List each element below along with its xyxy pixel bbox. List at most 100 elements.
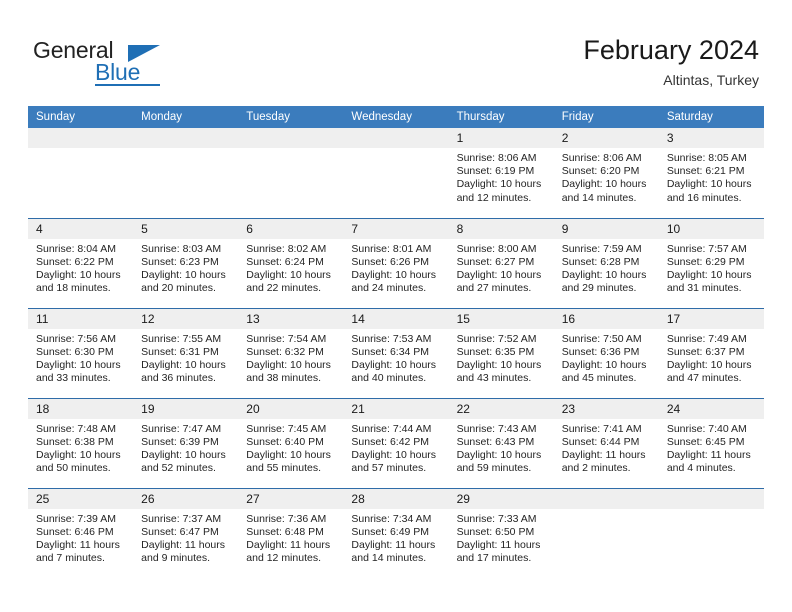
weekday-header-wednesday: Wednesday bbox=[343, 106, 449, 128]
daylight-text: Daylight: 11 hours and 17 minutes. bbox=[456, 538, 541, 565]
sunset-text: Sunset: 6:37 PM bbox=[666, 345, 745, 358]
day-number: 24 bbox=[658, 398, 764, 419]
day-details: Sunrise: 7:52 AM Sunset: 6:35 PM Daylight:… bbox=[449, 329, 554, 386]
day-number bbox=[238, 128, 344, 148]
daylight-text: Daylight: 10 hours and 18 minutes. bbox=[36, 268, 121, 295]
calendar-day-cell[interactable]: 18 Sunrise: 7:48 AM Sunset: 6:38 PM Dayligh… bbox=[28, 397, 134, 488]
calendar-day-cell[interactable]: 17 Sunrise: 7:49 AM Sunset: 6:37 PM Dayligh… bbox=[658, 307, 764, 398]
calendar-day-cell[interactable]: 10 Sunrise: 7:57 AM Sunset: 6:29 PM Dayligh… bbox=[658, 217, 764, 308]
calendar-page: General Blue February 2024 Altintas, Tur… bbox=[0, 0, 792, 612]
sunset-text: Sunset: 6:48 PM bbox=[246, 525, 324, 538]
calendar-day-cell[interactable]: 12 Sunrise: 7:55 AM Sunset: 6:31 PM Dayligh… bbox=[133, 307, 239, 398]
calendar-day-cell[interactable]: 16 Sunrise: 7:50 AM Sunset: 6:36 PM Dayligh… bbox=[553, 307, 659, 398]
day-number: 6 bbox=[238, 218, 344, 239]
calendar-day-cell[interactable]: 1 Sunrise: 8:06 AM Sunset: 6:19 PM Daylight… bbox=[448, 128, 554, 218]
daylight-text: Daylight: 10 hours and 40 minutes. bbox=[351, 358, 437, 385]
logo-text-blue: Blue bbox=[95, 59, 141, 85]
day-details: Sunrise: 7:53 AM Sunset: 6:34 PM Daylight:… bbox=[343, 329, 448, 386]
day-number bbox=[658, 488, 764, 509]
calendar-day-cell[interactable]: 11 Sunrise: 7:56 AM Sunset: 6:30 PM Dayligh… bbox=[28, 307, 134, 398]
daylight-text: Daylight: 11 hours and 9 minutes. bbox=[141, 538, 225, 565]
calendar-day-cell[interactable]: 2 Sunrise: 8:06 AM Sunset: 6:20 PM Daylight… bbox=[553, 128, 659, 218]
day-number: 17 bbox=[658, 308, 764, 329]
day-number: 23 bbox=[553, 398, 659, 419]
page-header: General Blue February 2024 Altintas, Tur… bbox=[33, 33, 759, 95]
sunset-text: Sunset: 6:26 PM bbox=[351, 255, 430, 268]
weekday-header-monday: Monday bbox=[133, 106, 239, 128]
sunrise-text: Sunrise: 8:01 AM bbox=[351, 242, 432, 255]
sunset-text: Sunset: 6:50 PM bbox=[456, 525, 535, 538]
day-number: 18 bbox=[28, 398, 134, 419]
page-title: February 2024 bbox=[583, 35, 759, 65]
daylight-text: Daylight: 10 hours and 29 minutes. bbox=[561, 268, 647, 295]
calendar-day-cell[interactable]: 25 Sunrise: 7:39 AM Sunset: 6:46 PM Dayligh… bbox=[28, 487, 134, 578]
sunrise-text: Sunrise: 7:47 AM bbox=[141, 422, 222, 435]
day-details: Sunrise: 7:44 AM Sunset: 6:42 PM Daylight:… bbox=[343, 419, 448, 476]
day-number: 4 bbox=[28, 218, 134, 239]
sunset-text: Sunset: 6:49 PM bbox=[351, 525, 430, 538]
sunrise-text: Sunrise: 7:39 AM bbox=[36, 512, 116, 525]
day-number: 8 bbox=[448, 218, 554, 239]
calendar-day-cell[interactable]: 23 Sunrise: 7:41 AM Sunset: 6:44 PM Dayligh… bbox=[553, 397, 659, 488]
day-details: Sunrise: 8:00 AM Sunset: 6:27 PM Daylight:… bbox=[449, 239, 554, 296]
sunrise-text: Sunrise: 7:54 AM bbox=[246, 332, 327, 345]
calendar-day-cell[interactable]: 14 Sunrise: 7:53 AM Sunset: 6:34 PM Dayligh… bbox=[343, 307, 449, 398]
sunset-text: Sunset: 6:38 PM bbox=[36, 435, 114, 448]
calendar-day-cell[interactable]: 6 Sunrise: 8:02 AM Sunset: 6:24 PM Daylight… bbox=[238, 217, 344, 308]
page-subtitle: Altintas, Turkey bbox=[663, 72, 759, 88]
calendar-day-cell[interactable]: 7 Sunrise: 8:01 AM Sunset: 6:26 PM Daylight… bbox=[343, 217, 449, 308]
sunset-text: Sunset: 6:36 PM bbox=[561, 345, 640, 358]
calendar-day-cell[interactable]: 28 Sunrise: 7:34 AM Sunset: 6:49 PM Dayligh… bbox=[343, 487, 449, 578]
sunset-text: Sunset: 6:45 PM bbox=[666, 435, 745, 448]
calendar-day-cell[interactable]: 29 Sunrise: 7:33 AM Sunset: 6:50 PM Dayligh… bbox=[448, 487, 554, 578]
sunrise-text: Sunrise: 7:34 AM bbox=[351, 512, 432, 525]
calendar-empty-cell bbox=[343, 128, 449, 218]
calendar-day-cell[interactable]: 15 Sunrise: 7:52 AM Sunset: 6:35 PM Dayligh… bbox=[448, 307, 554, 398]
weekday-header-thursday: Thursday bbox=[448, 106, 554, 128]
weekday-header-saturday: Saturday bbox=[658, 106, 764, 128]
sunrise-text: Sunrise: 7:45 AM bbox=[246, 422, 327, 435]
day-details: Sunrise: 7:54 AM Sunset: 6:32 PM Daylight:… bbox=[238, 329, 343, 386]
daylight-text: Daylight: 10 hours and 12 minutes. bbox=[456, 178, 542, 204]
sunrise-text: Sunrise: 7:33 AM bbox=[456, 512, 537, 525]
day-number: 28 bbox=[343, 488, 449, 509]
day-details: Sunrise: 7:34 AM Sunset: 6:49 PM Daylight:… bbox=[343, 509, 448, 566]
calendar-empty-cell bbox=[28, 128, 134, 218]
day-details: Sunrise: 8:06 AM Sunset: 6:20 PM Daylight:… bbox=[554, 148, 659, 205]
sunrise-text: Sunrise: 8:06 AM bbox=[561, 152, 642, 164]
daylight-text: Daylight: 10 hours and 24 minutes. bbox=[351, 268, 437, 295]
calendar-empty-cell bbox=[553, 487, 659, 578]
calendar-day-cell[interactable]: 13 Sunrise: 7:54 AM Sunset: 6:32 PM Dayligh… bbox=[238, 307, 344, 398]
day-number: 20 bbox=[238, 398, 344, 419]
calendar-day-cell[interactable]: 9 Sunrise: 7:59 AM Sunset: 6:28 PM Daylight… bbox=[553, 217, 659, 308]
day-number: 2 bbox=[553, 128, 659, 148]
weekday-header-friday: Friday bbox=[553, 106, 659, 128]
sunrise-text: Sunrise: 7:37 AM bbox=[141, 512, 222, 525]
day-number: 22 bbox=[448, 398, 554, 419]
calendar-day-cell[interactable]: 20 Sunrise: 7:45 AM Sunset: 6:40 PM Dayligh… bbox=[238, 397, 344, 488]
sunrise-text: Sunrise: 7:56 AM bbox=[36, 332, 116, 345]
weekday-header-tuesday: Tuesday bbox=[238, 106, 344, 128]
daylight-text: Daylight: 10 hours and 43 minutes. bbox=[456, 358, 542, 385]
day-number bbox=[28, 128, 134, 148]
calendar-day-cell[interactable]: 5 Sunrise: 8:03 AM Sunset: 6:23 PM Daylight… bbox=[133, 217, 239, 308]
day-number bbox=[343, 128, 449, 148]
calendar-day-cell[interactable]: 8 Sunrise: 8:00 AM Sunset: 6:27 PM Daylight… bbox=[448, 217, 554, 308]
calendar-day-cell[interactable]: 21 Sunrise: 7:44 AM Sunset: 6:42 PM Dayligh… bbox=[343, 397, 449, 488]
calendar-day-cell[interactable]: 22 Sunrise: 7:43 AM Sunset: 6:43 PM Dayligh… bbox=[448, 397, 554, 488]
daylight-text: Daylight: 10 hours and 31 minutes. bbox=[666, 268, 752, 295]
calendar-day-cell[interactable]: 27 Sunrise: 7:36 AM Sunset: 6:48 PM Dayligh… bbox=[238, 487, 344, 578]
calendar-day-cell[interactable]: 19 Sunrise: 7:47 AM Sunset: 6:39 PM Dayligh… bbox=[133, 397, 239, 488]
calendar-day-cell[interactable]: 24 Sunrise: 7:40 AM Sunset: 6:45 PM Dayligh… bbox=[658, 397, 764, 488]
day-number: 26 bbox=[133, 488, 239, 509]
calendar-day-cell[interactable]: 3 Sunrise: 8:05 AM Sunset: 6:21 PM Daylight… bbox=[658, 128, 764, 218]
day-details: Sunrise: 7:50 AM Sunset: 6:36 PM Daylight:… bbox=[554, 329, 659, 386]
calendar-day-cell[interactable]: 26 Sunrise: 7:37 AM Sunset: 6:47 PM Dayligh… bbox=[133, 487, 239, 578]
calendar-day-cell[interactable]: 4 Sunrise: 8:04 AM Sunset: 6:22 PM Daylight… bbox=[28, 217, 134, 308]
day-details: Sunrise: 7:41 AM Sunset: 6:44 PM Daylight:… bbox=[554, 419, 659, 476]
daylight-text: Daylight: 10 hours and 47 minutes. bbox=[666, 358, 752, 385]
day-number bbox=[133, 128, 239, 148]
day-number: 15 bbox=[448, 308, 554, 329]
sunrise-text: Sunrise: 8:02 AM bbox=[246, 242, 327, 255]
calendar-header-row: Sunday Monday Tuesday Wednesday Thursday… bbox=[28, 106, 764, 128]
